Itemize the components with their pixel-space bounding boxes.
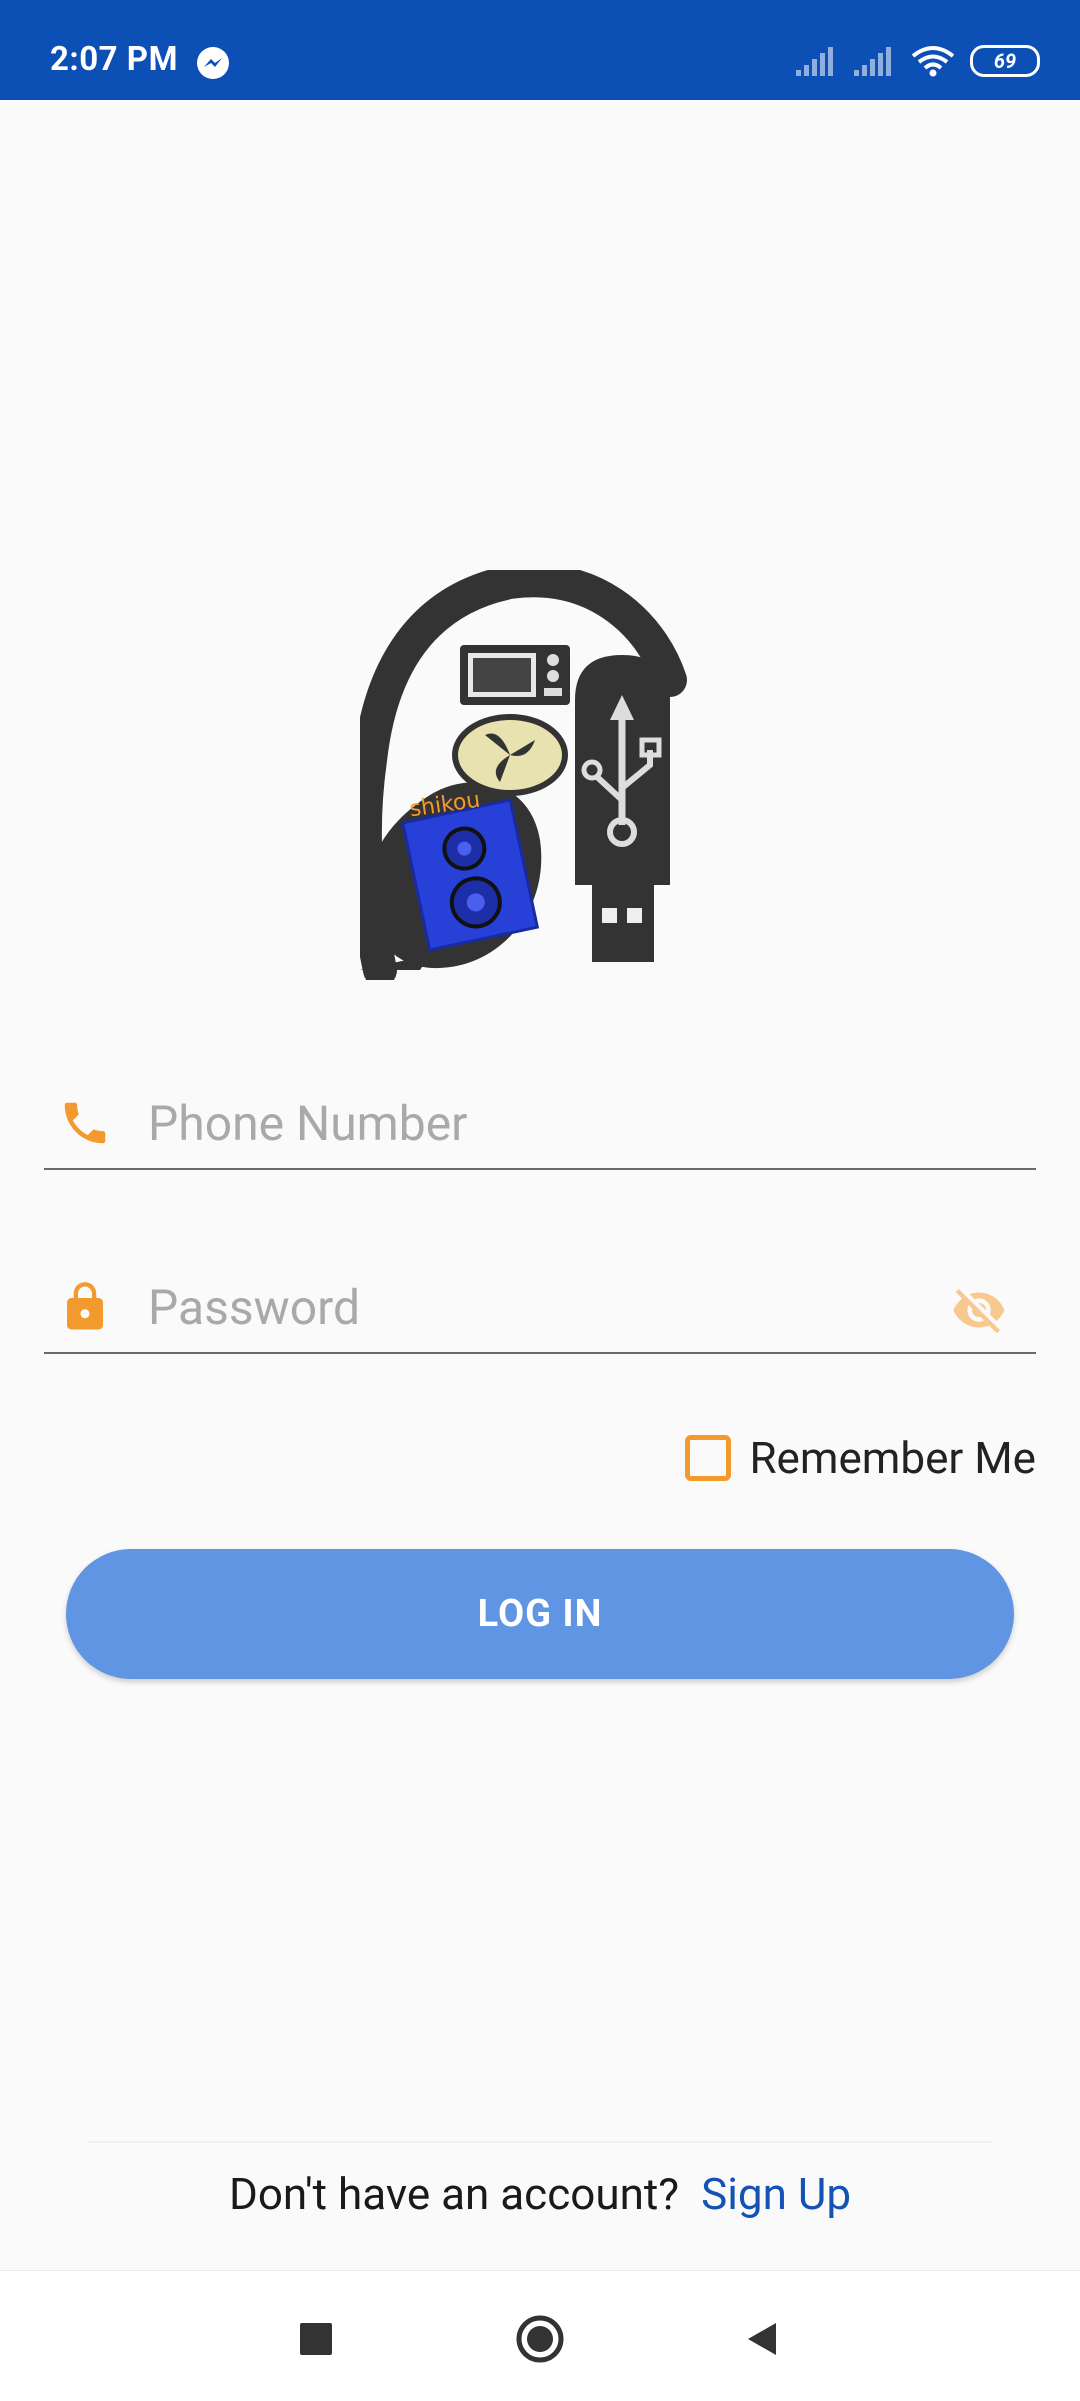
eye-off-icon[interactable] (948, 1282, 1010, 1338)
password-input[interactable] (148, 1272, 908, 1342)
sign-up-link[interactable]: Sign Up (701, 2168, 851, 2220)
square-icon (300, 2323, 332, 2355)
navigation-bar (0, 2270, 1080, 2401)
battery-icon: 69 (970, 45, 1040, 77)
remember-me-label: Remember Me (749, 1432, 1036, 1484)
app-logo: shikou (347, 563, 720, 987)
back-button[interactable] (734, 2311, 790, 2367)
password-field (44, 1262, 1036, 1354)
battery-level: 69 (993, 49, 1017, 73)
signal-icon (796, 47, 833, 76)
remember-me-checkbox[interactable] (685, 1435, 732, 1481)
wifi-icon (911, 46, 955, 77)
phone-field (44, 1078, 1036, 1170)
login-button[interactable]: LOG IN (66, 1549, 1014, 1679)
circle-icon (516, 2315, 564, 2363)
lock-icon (67, 1282, 103, 1330)
status-time: 2:07 PM (50, 40, 178, 79)
phone-icon (64, 1102, 106, 1144)
divider (88, 2141, 992, 2143)
signup-row: Don't have an account? Sign Up (0, 2168, 1080, 2220)
status-icons: 69 (794, 44, 1040, 78)
phone-number-input[interactable] (148, 1088, 908, 1158)
signup-prompt: Don't have an account? (228, 2168, 680, 2220)
messenger-icon (197, 47, 229, 79)
status-bar: 2:07 PM 69 (0, 0, 1080, 100)
triangle-back-icon (748, 2323, 776, 2355)
home-button[interactable] (512, 2311, 568, 2367)
signal-icon (854, 47, 891, 76)
remember-me[interactable]: Remember Me (685, 1432, 1036, 1484)
recent-apps-button[interactable] (288, 2311, 344, 2367)
